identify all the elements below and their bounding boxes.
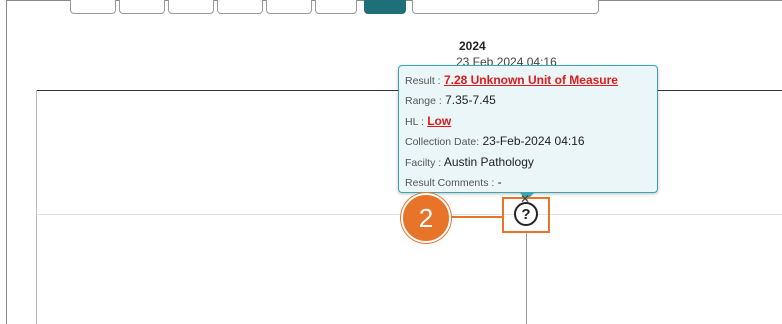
tooltip-facility-row: Facilty : Austin Pathology [405,153,651,173]
tooltip-facility-value: Austin Pathology [443,154,534,169]
timeline-year-label: 2024 [459,39,486,53]
tooltip-range-row: Range : 7.35-7.45 [405,91,651,111]
tooltip-result-key: Result : [405,75,441,87]
result-tooltip: Result : 7.28 Unknown Unit of Measure Ra… [398,65,658,193]
tooltip-collection-value: 23-Feb-2024 04:16 [482,134,585,149]
tooltip-range-value: 7.35-7.45 [445,93,496,108]
chart-frame [6,0,782,324]
tooltip-collection-row: Collection Date: 23-Feb-2024 04:16 [405,132,651,152]
toolbar-button-8[interactable] [412,0,599,14]
toolbar-button-5[interactable] [266,0,312,14]
tooltip-range-key: Range : [405,95,442,108]
toolbar-button-4[interactable] [217,0,263,14]
toolbar-button-3[interactable] [168,0,214,14]
toolbar-button-2[interactable] [119,0,165,14]
tooltip-hl-value[interactable]: Low [427,114,451,128]
marker-stem-line [526,232,527,324]
question-mark-icon[interactable]: ? [514,202,538,226]
tooltip-facility-key: Facilty : [405,156,442,169]
step-callout-badge: 2 [401,193,451,243]
callout-connector-line [451,216,502,218]
tooltip-result-row: Result : 7.28 Unknown Unit of Measure [405,71,651,91]
tooltip-collection-key: Collection Date: [405,136,480,149]
toolbar-button-6[interactable] [315,0,357,14]
toolbar-button-1[interactable] [70,0,116,14]
tooltip-hl-row: HL : Low [405,112,651,132]
toolbar-button-active[interactable] [364,0,406,14]
tooltip-comments-row: Result Comments : - [405,173,651,193]
tooltip-comments-key: Result Comments : [405,177,495,190]
tooltip-result-value[interactable]: 7.28 Unknown Unit of Measure [444,73,618,87]
tooltip-comments-value: - [497,175,502,190]
chart-left-border [36,90,37,324]
tooltip-hl-key: HL : [405,115,424,128]
